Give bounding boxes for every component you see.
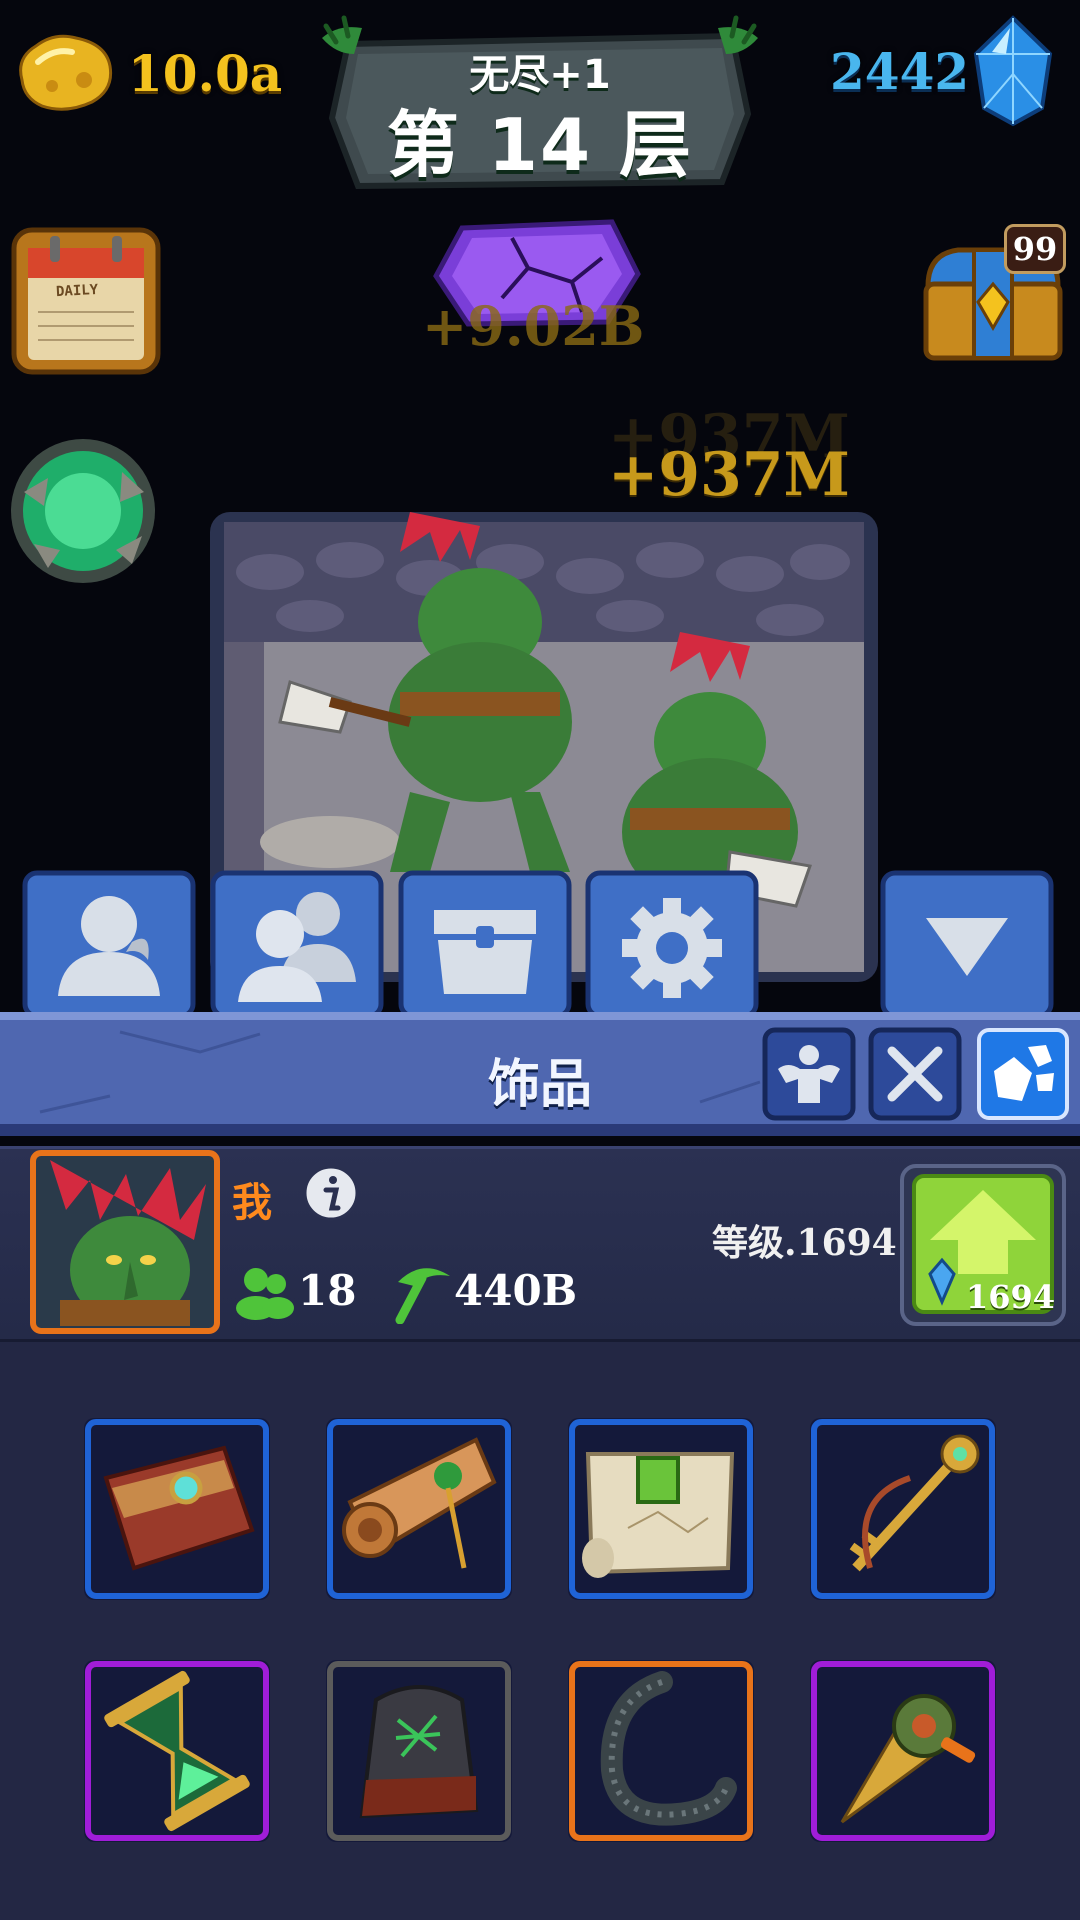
- drill-icon: [811, 1661, 995, 1841]
- item-slot-horn[interactable]: [568, 1660, 754, 1842]
- pickaxe-icon: [395, 1268, 450, 1324]
- hero-level-text: 等级.1694: [712, 1222, 897, 1264]
- item-slot-rune-stone[interactable]: [326, 1660, 512, 1842]
- filter-accessory-button[interactable]: [976, 1027, 1070, 1121]
- info-button[interactable]: [302, 1164, 360, 1222]
- item-slot-scroll[interactable]: [326, 1418, 512, 1600]
- crystal-gain-text: +9.02B: [422, 294, 645, 358]
- hero-name: 我: [232, 1180, 272, 1226]
- chest-icon: [434, 910, 536, 994]
- map-icon: [569, 1419, 753, 1599]
- item-slot-key[interactable]: [810, 1418, 996, 1600]
- daily-label: DAILY: [55, 281, 99, 301]
- horn-icon: [569, 1661, 753, 1841]
- tab-hero[interactable]: [22, 870, 196, 1016]
- key-icon: [811, 1419, 995, 1599]
- leather-book-icon: [85, 1419, 269, 1599]
- item-slot-hourglass[interactable]: [84, 1660, 270, 1842]
- item-slot-map[interactable]: [568, 1418, 754, 1600]
- tab-chest[interactable]: [398, 870, 572, 1016]
- gold-amount: 10.0a: [128, 44, 283, 103]
- scroll-icon: [327, 1419, 511, 1599]
- hourglass-icon: [85, 1661, 269, 1841]
- daily-calendar-button[interactable]: [10, 226, 162, 376]
- gear-icon: [622, 898, 722, 998]
- tab-settings[interactable]: [585, 870, 759, 1016]
- item-slot-book[interactable]: [84, 1418, 270, 1600]
- tab-team[interactable]: [210, 870, 384, 1016]
- group-count-icon: [236, 1268, 294, 1320]
- item-slot-drill[interactable]: [810, 1660, 996, 1842]
- collapse-panel-button[interactable]: [880, 870, 1054, 1016]
- rune-stone-icon: [327, 1661, 511, 1841]
- upgrade-cost: 1694: [966, 1278, 1056, 1316]
- group-count-value: 18: [298, 1266, 357, 1315]
- filter-strength-button[interactable]: [762, 1027, 856, 1121]
- gold-nugget-icon: [19, 34, 113, 111]
- green-portal-orb-button[interactable]: [4, 432, 162, 590]
- mining-power-value: 440B: [454, 1266, 578, 1315]
- filter-combat-button[interactable]: [868, 1027, 962, 1121]
- gain-text: +937M: [608, 440, 850, 510]
- floor-title: 第 14 层: [386, 103, 694, 187]
- hero-portrait[interactable]: [30, 1150, 220, 1334]
- chest-count-badge: 99: [1004, 224, 1066, 274]
- gem-amount: 2442: [830, 42, 970, 101]
- blue-gem-icon: [973, 15, 1053, 127]
